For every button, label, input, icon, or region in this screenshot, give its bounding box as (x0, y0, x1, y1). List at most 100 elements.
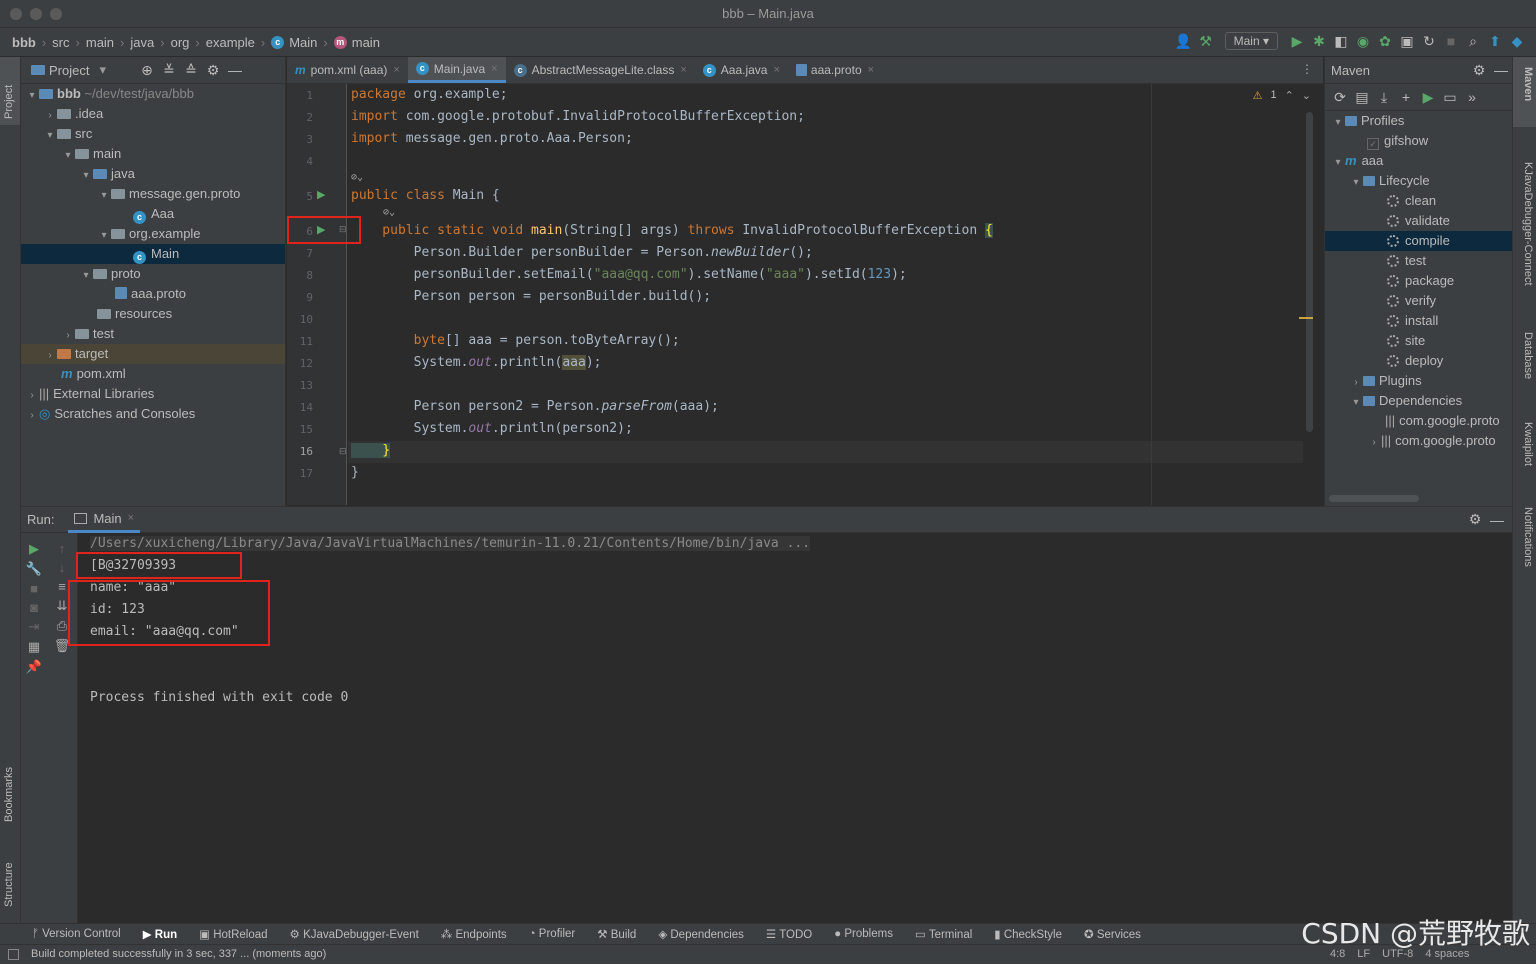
tree-item-org-example[interactable]: ▾ org.example (21, 224, 285, 244)
close-icon[interactable]: × (680, 64, 686, 76)
tab-pom-xml[interactable]: m pom.xml (aaa) × (287, 57, 408, 83)
search-icon[interactable]: ⌕ (1462, 33, 1484, 50)
add-project-icon[interactable]: ▤ (1351, 89, 1373, 106)
breadcrumb-method[interactable]: main (352, 35, 380, 50)
checkbox-icon[interactable]: ✓ (1367, 138, 1379, 150)
breadcrumb-project[interactable]: bbb (12, 35, 36, 50)
expand-all-icon[interactable]: ≚ (158, 62, 180, 79)
tool-profiler[interactable]: ◔ Profiler (529, 928, 576, 940)
attach-icon[interactable]: ✿ (1374, 33, 1396, 50)
debug-icon[interactable]: ✱ (1308, 33, 1330, 50)
add-icon[interactable]: + (1395, 89, 1417, 105)
user-icon[interactable]: 👤 (1173, 33, 1195, 50)
maven-goal-install[interactable]: install (1325, 311, 1512, 331)
hide-icon[interactable]: — (1490, 62, 1512, 78)
more-tabs-icon[interactable]: ⋮ (1291, 57, 1323, 83)
maven-goal-deploy[interactable]: deploy (1325, 351, 1512, 371)
close-icon[interactable]: × (868, 64, 874, 76)
pin-icon[interactable]: 📌 (25, 659, 43, 675)
hide-icon[interactable]: — (224, 62, 246, 78)
maven-lifecycle[interactable]: ▾ Lifecycle (1325, 171, 1512, 191)
breadcrumb-example[interactable]: example (206, 35, 255, 50)
maven-dependencies[interactable]: ▾ Dependencies (1325, 391, 1512, 411)
exit-icon[interactable]: ⇥ (25, 619, 43, 635)
fold-marker-icon[interactable]: ⊟ (339, 446, 347, 457)
tree-item-aaa-proto[interactable]: aaa.proto (21, 284, 285, 304)
maven-profiles[interactable]: ▾ Profiles (1325, 111, 1512, 131)
tree-item-target[interactable]: › target (21, 344, 285, 364)
tree-item-main-class[interactable]: c Main (21, 244, 285, 264)
editor-scrollbar[interactable] (1306, 112, 1313, 432)
maven-goal-clean[interactable]: clean (1325, 191, 1512, 211)
maven-profile-gifshow[interactable]: ✓ gifshow (1325, 131, 1512, 151)
run-console[interactable]: /Users/xuxicheng/Library/Java/JavaVirtua… (79, 533, 1512, 923)
tool-problems[interactable]: ● Problems (834, 928, 893, 940)
tool-version-control[interactable]: ᚠ Version Control (32, 928, 121, 940)
tool-hotreload[interactable]: ▣ HotReload (199, 927, 267, 941)
structure-tool-window-tab[interactable]: Structure (3, 862, 15, 907)
camera-icon[interactable]: ◙ (25, 600, 43, 615)
chevron-down-icon[interactable]: ▾ (99, 62, 106, 78)
gear-icon[interactable]: ⚙ (202, 62, 224, 79)
profile-icon[interactable]: ◉ (1352, 33, 1374, 50)
tool-todo[interactable]: ☰ TODO (766, 927, 812, 941)
close-icon[interactable]: × (773, 64, 779, 76)
bookmarks-tool-window-tab[interactable]: Bookmarks (3, 767, 15, 822)
maven-project-aaa[interactable]: ▾ m aaa (1325, 151, 1512, 171)
kwaipilot-tab[interactable]: Kwaipilot (1522, 422, 1534, 466)
tool-terminal[interactable]: ▭ Terminal (915, 927, 972, 941)
tab-aaa-proto[interactable]: aaa.proto × (788, 57, 882, 83)
run-config-select[interactable]: Main ▾ (1224, 32, 1278, 50)
status-toggle-icon[interactable] (8, 949, 19, 960)
tree-item-message-gen-proto[interactable]: ▾ message.gen.proto (21, 184, 285, 204)
plugin-icon[interactable]: ◆ (1506, 33, 1528, 50)
tool-services[interactable]: ✪ Services (1084, 927, 1141, 941)
tab-main-java[interactable]: c Main.java × (407, 57, 506, 83)
inspection-widget[interactable]: ⚠ 1 ⌃ ⌄ (1253, 89, 1311, 102)
locate-icon[interactable]: ⊕ (136, 62, 158, 79)
database-tab[interactable]: Database (1522, 332, 1534, 379)
tree-item-main[interactable]: ▾ main (21, 144, 285, 164)
layout-icon[interactable]: ▦ (25, 639, 43, 655)
breadcrumb-java[interactable]: java (130, 35, 154, 50)
tree-item-idea[interactable]: › .idea (21, 104, 285, 124)
tree-item-java[interactable]: ▾ java (21, 164, 285, 184)
hide-icon[interactable]: — (1486, 512, 1508, 528)
zoom-window-button[interactable] (50, 8, 62, 20)
maven-goal-site[interactable]: site (1325, 331, 1512, 351)
reload-icon[interactable]: ⟳ (1329, 89, 1351, 106)
update-icon[interactable]: ↻ (1418, 33, 1440, 50)
maven-goal-compile[interactable]: compile (1325, 231, 1512, 251)
stop-icon[interactable]: ■ (25, 581, 43, 596)
notifications-tab[interactable]: Notifications (1522, 507, 1534, 567)
maven-plugins[interactable]: › Plugins (1325, 371, 1512, 391)
close-window-button[interactable] (10, 8, 22, 20)
run-icon[interactable]: ▶ (1286, 33, 1308, 50)
gear-icon[interactable]: ⚙ (1468, 62, 1490, 79)
breadcrumb-src[interactable]: src (52, 35, 69, 50)
download-icon[interactable]: ⤓ (1373, 89, 1395, 106)
tool-run[interactable]: ▶ Run (143, 927, 177, 941)
maven-goal-verify[interactable]: verify (1325, 291, 1512, 311)
tree-item-pom[interactable]: m pom.xml (21, 364, 285, 384)
code-editor[interactable]: 1 2 3 4 5 6 7 8 9 10 11 12 13 14 15 16 1… (287, 84, 1323, 505)
tool-build[interactable]: ⚒ Build (597, 927, 636, 941)
run-icon[interactable]: ▶ (1417, 89, 1439, 106)
warning-marker[interactable] (1299, 317, 1313, 319)
run-class-gutter-icon[interactable]: ▶ (317, 188, 325, 201)
breadcrumb-class[interactable]: Main (289, 35, 317, 50)
breadcrumb-main[interactable]: main (86, 35, 114, 50)
gear-icon[interactable]: ⚙ (1464, 511, 1486, 528)
maven-goal-validate[interactable]: validate (1325, 211, 1512, 231)
tree-item-proto[interactable]: ▾ proto (21, 264, 285, 284)
maven-horizontal-scrollbar[interactable] (1329, 495, 1419, 502)
minimize-window-button[interactable] (30, 8, 42, 20)
upgrade-icon[interactable]: ⬆ (1484, 33, 1506, 50)
breadcrumb-org[interactable]: org (171, 35, 190, 50)
collapse-all-icon[interactable]: ≙ (180, 62, 202, 79)
status-message[interactable]: Build completed successfully in 3 sec, 3… (31, 948, 326, 960)
arrow-up-icon[interactable]: ↑ (53, 541, 71, 556)
tab-abstract-message-lite[interactable]: c AbstractMessageLite.class × (506, 57, 695, 83)
run-config-icon[interactable]: ▭ (1439, 89, 1461, 106)
tree-item-bbb[interactable]: ▾ bbb ~/dev/test/java/bbb (21, 84, 285, 104)
